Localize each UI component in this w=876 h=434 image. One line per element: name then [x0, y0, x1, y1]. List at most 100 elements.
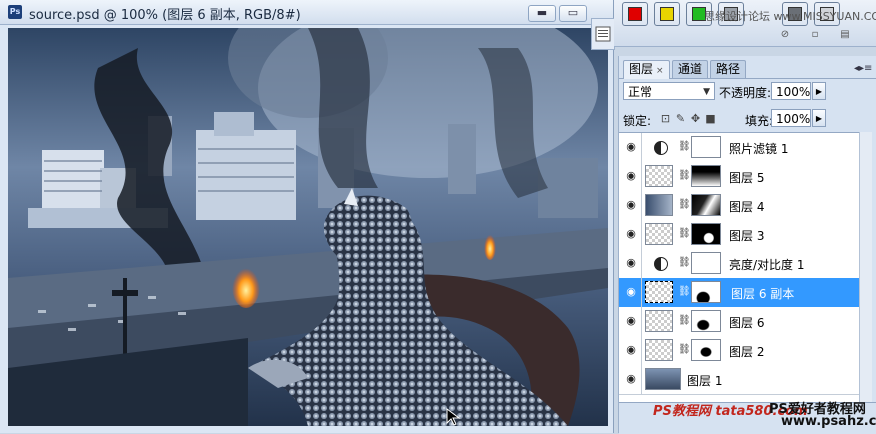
tab-close-icon[interactable]: × — [656, 66, 664, 76]
city-godzilla-scene — [8, 28, 608, 426]
panel-tabs: 图层 × 通道 路径 ◂▸≡ — [619, 58, 876, 79]
layer-name: 图层 5 — [729, 171, 765, 185]
layer-row[interactable]: ◉ ⛓ 图层 3 — [619, 220, 859, 250]
layer-row[interactable]: ◉ ⛓ 图层 2 — [619, 336, 859, 366]
layer-name: 亮度/对比度 1 — [729, 258, 805, 272]
layer-thumbnail[interactable] — [645, 194, 673, 216]
opacity-input[interactable]: 100% — [771, 82, 811, 100]
document-list-icon — [595, 26, 611, 42]
tab-channels[interactable]: 通道 — [672, 60, 709, 78]
watermark-top: 思缘设计论坛 www.MISSYUAN.COM — [704, 10, 876, 23]
layer-row[interactable]: ◉ ⛓ 图层 4 — [619, 191, 859, 221]
layer-mask-thumbnail[interactable] — [691, 165, 721, 187]
opacity-value: 100% — [776, 85, 811, 99]
layer-thumbnail[interactable] — [645, 368, 681, 390]
layer-thumbnail[interactable] — [645, 165, 673, 187]
layer-row[interactable]: ◉ ⛓ 图层 6 — [619, 307, 859, 337]
eye-icon[interactable]: ◉ — [623, 197, 639, 213]
eye-icon[interactable]: ◉ — [623, 168, 639, 184]
watermark-right-line2: www.psahz.com — [781, 414, 876, 429]
lock-paint-icon[interactable]: ✎ — [674, 112, 687, 125]
tab-layers[interactable]: 图层 × — [623, 60, 670, 79]
yellow-swatch-icon — [660, 7, 674, 21]
layer-name: 图层 1 — [687, 374, 723, 388]
canvas-image[interactable] — [8, 28, 608, 426]
layer-mask-thumbnail[interactable] — [691, 252, 721, 274]
tab-paths[interactable]: 路径 — [710, 60, 747, 78]
opacity-slider-button[interactable]: ▶ — [812, 82, 826, 100]
status-bar — [0, 426, 613, 433]
blend-mode-select[interactable]: 正常 ▼ — [623, 82, 715, 100]
layer-thumbnail[interactable] — [645, 281, 673, 303]
side-panel-toggle[interactable] — [591, 18, 615, 50]
chevron-down-icon: ▼ — [703, 87, 710, 97]
layer-mask-thumbnail[interactable] — [691, 223, 721, 245]
fill-value: 100% — [776, 112, 811, 126]
link-icon: ⛓ — [678, 199, 691, 210]
layer-mask-thumbnail[interactable] — [691, 281, 721, 303]
eye-icon[interactable]: ◉ — [623, 226, 639, 242]
layer-list-scrollbar[interactable] — [859, 132, 872, 402]
layer-row[interactable]: ◉ 图层 1 — [619, 365, 859, 395]
layer-list: ◉ ⛓ 照片滤镜 1 ◉ ⛓ 图层 5 ◉ ⛓ 图层 4 ◉ ⛓ 图层 3 ◉ … — [619, 132, 859, 403]
layer-mask-thumbnail[interactable] — [691, 310, 721, 332]
layer-thumbnail[interactable] — [645, 223, 673, 245]
layer-name: 图层 3 — [729, 229, 765, 243]
lock-all-icon[interactable]: ■ — [704, 112, 717, 125]
eye-icon[interactable]: ◉ — [623, 371, 639, 387]
layer-mask-thumbnail[interactable] — [691, 194, 721, 216]
eye-icon[interactable]: ◉ — [623, 255, 639, 271]
photoshop-icon: Ps — [8, 5, 22, 19]
layers-panel: 图层 × 通道 路径 ◂▸≡ 正常 ▼ 不透明度: 100% ▶ 锁定: ⊡ ✎ … — [618, 56, 876, 434]
eye-icon[interactable]: ◉ — [623, 139, 639, 155]
eye-icon[interactable]: ◉ — [623, 342, 639, 358]
tab-paths-label: 路径 — [716, 62, 741, 76]
layer-name: 图层 6 — [729, 316, 765, 330]
red-swatch-icon — [628, 7, 642, 21]
tab-channels-label: 通道 — [678, 62, 703, 76]
link-icon: ⛓ — [678, 141, 691, 152]
trash-icon[interactable]: ▤ — [840, 30, 850, 40]
layer-name: 照片滤镜 1 — [729, 142, 789, 156]
opacity-label: 不透明度: — [719, 86, 772, 100]
swatch-yellow[interactable] — [654, 2, 680, 26]
adjustment-icon — [654, 257, 668, 271]
swatch-red[interactable] — [622, 2, 648, 26]
link-icon: ⛓ — [678, 286, 691, 297]
restore-button[interactable]: ▭ — [559, 5, 587, 22]
layer-thumbnail[interactable] — [645, 310, 673, 332]
pointer-cursor — [446, 408, 461, 426]
panel-menu-icon[interactable]: ◂▸≡ — [854, 63, 872, 74]
lock-transparent-icon[interactable]: ⊡ — [659, 112, 672, 125]
fill-label: 填充: — [745, 114, 774, 128]
minimize-button[interactable]: ▬ — [528, 5, 556, 22]
layer-mask-thumbnail[interactable] — [691, 136, 721, 158]
swatch-toolbar: 思缘设计论坛 www.MISSYUAN.COM ⊘ ▫ ▤ — [614, 0, 876, 47]
layer-row[interactable]: ◉ ⛓ 图层 5 — [619, 162, 859, 192]
document-window: Ps source.psd @ 100% (图层 6 副本, RGB/8#) ▬… — [0, 0, 614, 433]
layer-name: 图层 2 — [729, 345, 765, 359]
link-icon: ⛓ — [678, 344, 691, 355]
document-titlebar[interactable]: Ps source.psd @ 100% (图层 6 副本, RGB/8#) ▬… — [0, 0, 613, 25]
layer-name: 图层 6 副本 — [731, 287, 795, 301]
tab-layers-label: 图层 — [629, 62, 654, 76]
link-icon: ⛓ — [678, 315, 691, 326]
layer-thumbnail[interactable] — [645, 339, 673, 361]
layer-name: 图层 4 — [729, 200, 765, 214]
blend-mode-value: 正常 — [628, 85, 653, 99]
layer-row-selected[interactable]: ◉ ⛓ 图层 6 副本 — [619, 278, 859, 308]
fill-input[interactable]: 100% — [771, 109, 811, 127]
eye-icon[interactable]: ◉ — [623, 284, 639, 300]
link-icon: ⛓ — [678, 257, 691, 268]
lock-label: 锁定: — [623, 114, 652, 128]
layer-row[interactable]: ◉ ⛓ 照片滤镜 1 — [619, 133, 859, 163]
eye-icon[interactable]: ◉ — [623, 313, 639, 329]
layer-row[interactable]: ◉ ⛓ 亮度/对比度 1 — [619, 249, 859, 279]
lock-move-icon[interactable]: ✥ — [689, 112, 702, 125]
layer-mask-thumbnail[interactable] — [691, 339, 721, 361]
no-icon[interactable]: ⊘ — [780, 30, 790, 40]
adjustment-icon — [654, 141, 668, 155]
new-icon[interactable]: ▫ — [810, 30, 820, 40]
fill-slider-button[interactable]: ▶ — [812, 109, 826, 127]
link-icon: ⛓ — [678, 228, 691, 239]
